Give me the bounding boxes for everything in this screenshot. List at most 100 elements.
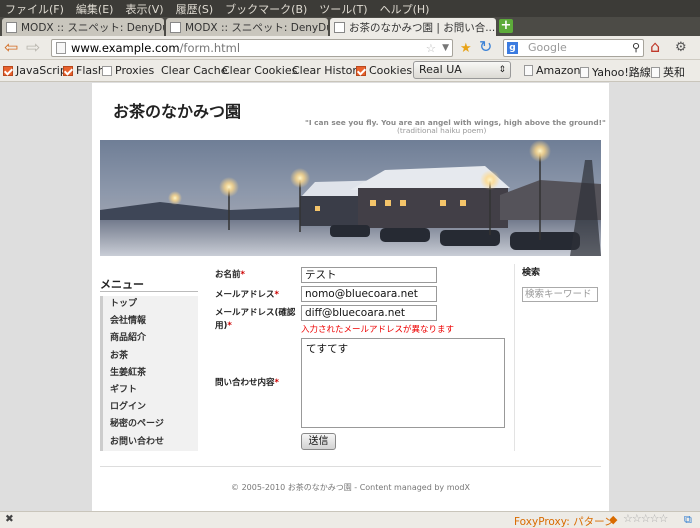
fox-icon[interactable]: ◆ [609, 513, 617, 526]
bookmark-label: Yahoo!路線 [592, 66, 651, 79]
addon-icon[interactable]: ⧉ [684, 513, 692, 527]
checkbox-checked[interactable] [3, 65, 13, 76]
menubar: ファイル(F) 編集(E) 表示(V) 履歴(S) ブックマーク(B) ツール(… [0, 0, 700, 17]
cookies-label: Cookies [369, 64, 413, 77]
menu-bookmarks[interactable]: ブックマーク(B) [225, 1, 307, 17]
menu-item-company[interactable]: 会社情報 [103, 313, 198, 330]
menu-item-products[interactable]: 商品紹介 [103, 330, 198, 347]
submit-button[interactable]: 送信 [301, 433, 336, 450]
tab-2[interactable]: MODX :: スニペット: DenyDup... ✕ [166, 18, 328, 36]
navigation-bar: ⇦ ⇨ www.example.com/form.html ☆ ▼ ★ ↻ g … [0, 36, 700, 60]
page-icon [6, 21, 17, 33]
flash-label: Flash [76, 64, 105, 77]
clear-cache-button[interactable]: Clear Cache [161, 64, 227, 77]
tab-label: MODX :: スニペット: DenyDup... [185, 21, 328, 34]
menu-help[interactable]: ヘルプ(H) [380, 1, 430, 17]
clear-history-button[interactable]: Clear History [292, 64, 363, 77]
menu-tools[interactable]: ツール(T) [319, 1, 367, 17]
search-placeholder: Google [528, 41, 567, 54]
email-confirm-input[interactable]: diff@bluecoara.net [301, 305, 437, 321]
required-mark: * [227, 321, 232, 331]
required-mark: * [274, 290, 279, 300]
url-host: www.example.com [71, 41, 180, 55]
required-mark: * [274, 378, 279, 388]
proxies-label: Proxies [115, 64, 155, 77]
checkbox-checked[interactable] [63, 65, 73, 76]
menu-item-secret-page[interactable]: 秘密のページ [103, 416, 198, 433]
menu-item-top[interactable]: トップ [103, 296, 198, 313]
rating-stars-icon[interactable]: ☆☆☆☆☆ [623, 512, 668, 525]
forward-arrow-icon[interactable]: ⇨ [26, 38, 40, 58]
page-icon [56, 42, 66, 54]
tab-3-active[interactable]: お茶のなかみつ園 | お問い合... ✖ [330, 18, 496, 36]
menu-edit[interactable]: 編集(E) [76, 1, 114, 17]
cookies-toggle[interactable]: Cookies [356, 64, 412, 77]
header-banner-image [100, 140, 601, 256]
proxies-toggle[interactable]: Proxies [102, 64, 154, 77]
bookmark-star-icon[interactable]: ☆ [426, 40, 436, 56]
bookmark-label: 英和 [663, 66, 685, 79]
required-mark: * [240, 270, 245, 280]
magnifier-icon[interactable]: ⚲ [632, 40, 640, 56]
footer-text: © 2005-2010 お茶のなかみつ園 - Content managed b… [231, 483, 470, 492]
page-icon [651, 66, 660, 78]
status-bar: ✖ FoxyProxy: パターン ◆ ☆☆☆☆☆ ⧉ [0, 511, 700, 528]
search-heading: 検索 [522, 268, 541, 278]
google-icon: g [507, 42, 518, 54]
menu-item-login[interactable]: ログイン [103, 399, 198, 416]
email-label: メールアドレス* [215, 290, 279, 300]
page-icon [524, 65, 533, 76]
bookmark-yahoo[interactable]: Yahoo!路線 [580, 64, 651, 80]
bookmark-amazon[interactable]: Amazon [524, 64, 580, 77]
bookmark-eiwa[interactable]: 英和 [651, 64, 685, 80]
chevron-down-icon[interactable]: ▼ [442, 40, 449, 56]
column-divider [514, 264, 515, 451]
menu-history[interactable]: 履歴(S) [176, 1, 214, 17]
footer-divider [100, 466, 601, 467]
inquiry-label: 問い合わせ内容* [215, 378, 279, 388]
bookmark-label: Amazon [536, 64, 581, 77]
name-label: お名前* [215, 270, 245, 280]
user-agent-select[interactable]: Real UA ⇕ [413, 61, 511, 79]
page-icon [170, 21, 181, 33]
site-title[interactable]: お茶のなかみつ園 [113, 98, 241, 122]
chevron-updown-icon: ⇕ [498, 65, 506, 75]
email-confirm-label: メールアドレス(確認 用)* [215, 308, 296, 331]
new-tab-button[interactable]: + [499, 19, 513, 33]
tab-strip: MODX :: スニペット: DenyDup... ✕ MODX :: スニペッ… [0, 17, 700, 36]
page-icon [580, 66, 589, 78]
tab-1[interactable]: MODX :: スニペット: DenyDup... ✕ [2, 18, 164, 36]
page-icon [334, 21, 345, 33]
ua-select-value: Real UA [419, 63, 462, 76]
menu-item-ginger-tea[interactable]: 生姜紅茶 [103, 365, 198, 382]
clear-cookies-button[interactable]: Clear Cookies [222, 64, 297, 77]
extension-toolbar: JavaScript Flash Proxies Clear Cache Cle… [0, 60, 700, 82]
menu-item-tea[interactable]: お茶 [103, 348, 198, 365]
checkbox-unchecked[interactable] [102, 65, 112, 76]
back-arrow-icon[interactable]: ⇦ [4, 38, 18, 58]
url-bar[interactable]: www.example.com/form.html ☆ ▼ [51, 39, 453, 57]
extension-icon[interactable]: ★ [460, 39, 472, 59]
tab-label: お茶のなかみつ園 | お問い合... [349, 21, 496, 34]
flash-toggle[interactable]: Flash [63, 64, 105, 77]
reload-icon[interactable]: ↻ [479, 37, 492, 57]
javascript-toggle[interactable]: JavaScript [3, 64, 71, 77]
menu-view[interactable]: 表示(V) [125, 1, 163, 17]
keyword-search-input[interactable]: 検索キーワード [522, 287, 598, 302]
menu-heading: メニュー [100, 278, 144, 291]
url-path: /form.html [179, 41, 241, 55]
quote-source: (traditional haiku poem) [397, 126, 487, 135]
home-icon[interactable]: ⌂ [650, 37, 660, 57]
checkbox-checked[interactable] [356, 65, 366, 76]
menu-file[interactable]: ファイル(F) [5, 1, 64, 17]
foxyproxy-status[interactable]: FoxyProxy: パターン [514, 514, 615, 528]
tools-icon[interactable]: ⚙ [675, 38, 687, 58]
menu-item-gift[interactable]: ギフト [103, 382, 198, 399]
close-icon[interactable]: ✖ [5, 513, 14, 525]
inquiry-textarea[interactable]: てすてす [301, 338, 505, 428]
menu-item-contact[interactable]: お問い合わせ [103, 434, 198, 451]
search-bar[interactable]: g Google ⚲ [503, 39, 644, 57]
close-icon[interactable]: ✖ [495, 22, 496, 33]
name-input[interactable]: テスト [301, 267, 437, 283]
email-input[interactable]: nomo@bluecoara.net [301, 286, 437, 302]
